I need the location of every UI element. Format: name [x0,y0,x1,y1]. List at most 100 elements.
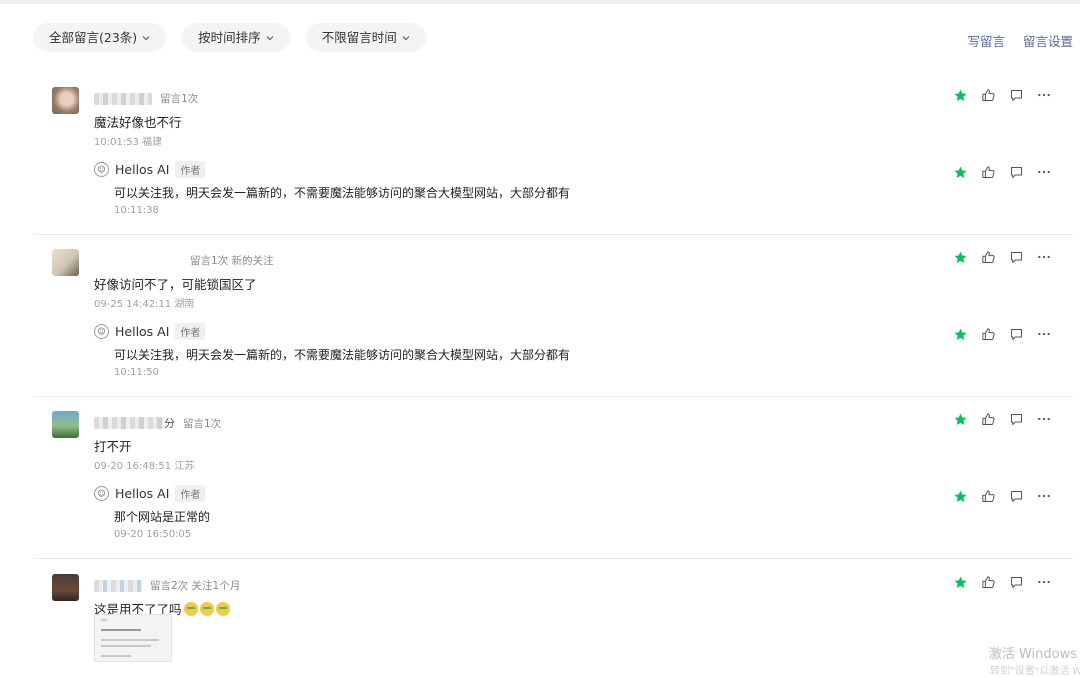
commenter-name-blurred[interactable] [94,579,142,592]
divider [33,558,1073,559]
thumbs-up-icon[interactable] [980,87,996,103]
commenter-name-suffix: 分 [164,417,175,430]
thumbs-up-icon[interactable] [980,249,996,265]
top-border [0,0,1080,4]
filter-sort-by-time[interactable]: 按时间排序 [182,23,290,52]
windows-activation-watermark: 激活 Windows [988,647,1077,662]
divider [33,234,1073,235]
comment-count-label: 留言1次 [183,417,222,430]
comment-icon[interactable] [1008,326,1024,342]
comment-icon[interactable] [1008,411,1024,427]
comment-count-label: 留言1次 [160,93,199,105]
more-icon[interactable] [1036,164,1052,180]
comment-time: 09-25 14:42:11 湖南 [94,299,195,310]
filter-bar: 全部留言(23条) 按时间排序 不限留言时间 [33,23,426,52]
reply-text: 可以关注我，明天会发一篇新的，不需要魔法能够访问的聚合大模型网站，大部分都有 [114,186,571,200]
more-icon[interactable] [1036,87,1052,103]
chevron-down-icon [401,33,411,43]
thumbs-up-icon[interactable] [980,574,996,590]
comment-text: 打不开 [94,439,132,454]
crying-emoji-icon [215,602,230,616]
comment-item: 留言1次 新的关注 好像访问不了，可能锁国区了 09-25 14:42:11 湖… [33,249,1073,389]
filter-all-comments-label: 全部留言(23条) [49,30,138,45]
reply-text: 可以关注我，明天会发一篇新的，不需要魔法能够访问的聚合大模型网站，大部分都有 [114,348,571,362]
comment-icon[interactable] [1008,164,1024,180]
comment-actions [952,87,1052,103]
thumbs-up-icon[interactable] [980,488,996,504]
chevron-down-icon [265,33,275,43]
comment-meta: 留言1次 [94,91,198,106]
more-icon[interactable] [1036,411,1052,427]
filter-time-range[interactable]: 不限留言时间 [305,23,426,52]
comment-settings-link[interactable]: 留言设置 [1023,31,1073,50]
top-links: 写留言 留言设置 [967,31,1073,50]
reply-header: ☺ Hellos AI 作者 [94,161,206,178]
reply-actions [952,488,1052,504]
reply-time: 10:11:38 [114,205,159,216]
author-avatar[interactable]: ☺ [94,162,109,177]
commenter-name-blurred[interactable] [94,92,152,105]
reply-header: ☺ Hellos AI 作者 [94,485,206,502]
comment-actions [952,574,1052,590]
author-avatar[interactable]: ☺ [94,324,109,339]
avatar[interactable] [52,249,79,276]
filter-sort-label: 按时间排序 [198,30,261,45]
comment-count-label: 留言2次 关注1个月 [150,580,241,592]
comment-icon[interactable] [1008,249,1024,265]
more-icon[interactable] [1036,488,1052,504]
more-icon[interactable] [1036,574,1052,590]
reply-actions [952,164,1052,180]
comment-item: 分 留言1次 打不开 09-20 16:48:51 江苏 ☺ Hellos AI… [33,411,1073,551]
comment-time: 10:01:53 福建 [94,137,163,148]
author-badge: 作者 [175,161,206,178]
crying-emoji-icon [183,602,198,616]
author-name[interactable]: Hellos AI [115,162,169,177]
more-icon[interactable] [1036,249,1052,265]
author-badge: 作者 [175,323,206,340]
chevron-down-icon [141,33,151,43]
avatar[interactable] [52,411,79,438]
comment-icon[interactable] [1008,488,1024,504]
star-icon[interactable] [952,411,968,427]
comment-item: 留言1次 魔法好像也不行 10:01:53 福建 ☺ Hellos AI 作者 … [33,87,1073,227]
comment-actions [952,411,1052,427]
reply-time: 10:11:50 [114,367,159,378]
comment-meta: 留言1次 新的关注 [94,253,274,268]
thumbs-up-icon[interactable] [980,411,996,427]
star-icon[interactable] [952,488,968,504]
comment-count-label: 留言1次 新的关注 [190,255,274,267]
reply-header: ☺ Hellos AI 作者 [94,323,206,340]
comment-item: 留言2次 关注1个月 这是用不了了吗 [33,574,1073,670]
comment-actions [952,249,1052,265]
thumbs-up-icon[interactable] [980,164,996,180]
author-name[interactable]: Hellos AI [115,324,169,339]
filter-time-range-label: 不限留言时间 [321,30,397,45]
comment-meta: 分 留言1次 [94,415,221,431]
reply-actions [952,326,1052,342]
thumbs-up-icon[interactable] [980,326,996,342]
avatar[interactable] [52,574,79,601]
star-icon[interactable] [952,164,968,180]
author-avatar[interactable]: ☺ [94,486,109,501]
avatar[interactable] [52,87,79,114]
comment-icon[interactable] [1008,574,1024,590]
comment-meta: 留言2次 关注1个月 [94,578,240,593]
comment-icon[interactable] [1008,87,1024,103]
divider [33,396,1073,397]
commenter-name-blurred[interactable] [94,417,164,429]
comment-text: 魔法好像也不行 [94,115,182,130]
more-icon[interactable] [1036,326,1052,342]
star-icon[interactable] [952,326,968,342]
author-name[interactable]: Hellos AI [115,486,169,501]
attached-image-thumbnail[interactable] [94,614,172,662]
star-icon[interactable] [952,574,968,590]
star-icon[interactable] [952,249,968,265]
write-comment-link[interactable]: 写留言 [967,31,1005,50]
reply-text: 那个网站是正常的 [114,510,211,524]
filter-all-comments[interactable]: 全部留言(23条) [33,23,167,52]
star-icon[interactable] [952,87,968,103]
reply-time: 09-20 16:50:05 [114,529,192,540]
comment-time: 09-20 16:48:51 江苏 [94,461,195,472]
crying-emoji-icon [199,602,214,616]
comment-text: 好像访问不了，可能锁国区了 [94,277,257,292]
